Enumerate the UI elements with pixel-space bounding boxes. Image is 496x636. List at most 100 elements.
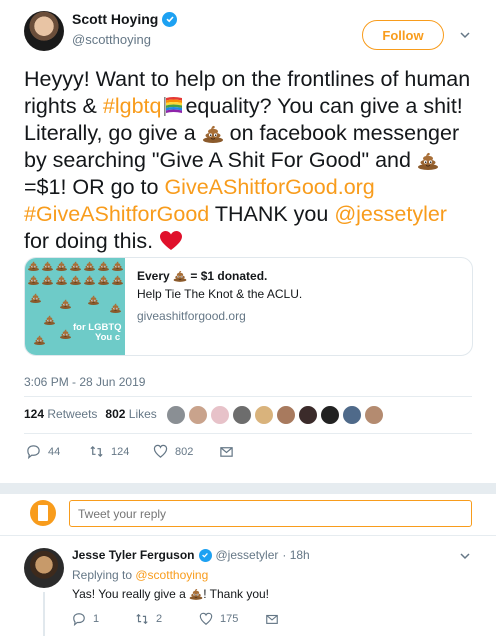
pile-of-poo-icon: [43, 314, 56, 325]
likers-avatars: [166, 405, 384, 425]
direct-message-button[interactable]: [219, 444, 234, 459]
pile-of-poo-icon: [27, 274, 40, 285]
pile-of-poo-icon: [55, 274, 68, 285]
retweet-count: 124: [111, 445, 130, 458]
replying-prefix: Replying to: [72, 568, 136, 582]
pile-of-poo-icon: [59, 328, 72, 339]
pile-of-poo-icon: [41, 260, 54, 271]
pile-of-poo-icon: [83, 260, 96, 271]
reply-count: 1: [93, 613, 100, 625]
likes-count: 802: [105, 407, 126, 421]
replying-to-link[interactable]: @scotthoying: [135, 568, 208, 582]
reply-button[interactable]: 1: [72, 612, 135, 626]
author-handle[interactable]: @scotthoying: [72, 32, 151, 47]
card-url: giveashitforgood.org: [137, 309, 246, 323]
envelope-icon: [220, 447, 233, 457]
retweet-icon: [136, 613, 148, 625]
card-title-text: Every: [137, 269, 174, 283]
tweet-timestamp[interactable]: 3:06 PM - 28 Jun 2019: [24, 375, 145, 389]
reply-input[interactable]: [69, 500, 472, 527]
red-heart-icon: [160, 231, 183, 250]
reply-author-avatar[interactable]: [24, 548, 64, 588]
chevron-down-icon[interactable]: [458, 28, 472, 42]
liker-avatar[interactable]: [342, 405, 362, 425]
pile-of-poo-icon: [417, 150, 439, 170]
hashtag-lgbtq-link[interactable]: #lgbtq: [103, 94, 162, 118]
author-avatar[interactable]: [24, 11, 64, 51]
tweet-text-part: THANK you: [209, 202, 335, 226]
card-description: Help Tie The Knot & the ACLU.: [137, 287, 303, 301]
card-image-text: You c: [95, 332, 121, 343]
chevron-down-icon[interactable]: [458, 549, 472, 563]
liker-avatar[interactable]: [276, 405, 296, 425]
liker-avatar[interactable]: [320, 405, 340, 425]
retweets-label: Retweets: [47, 407, 98, 421]
retweet-button[interactable]: 124: [89, 444, 153, 459]
pile-of-poo-icon: [29, 292, 42, 303]
like-count: 175: [220, 613, 239, 625]
card-title: Every = $1 donated.: [137, 268, 302, 284]
retweet-button[interactable]: 2: [135, 612, 199, 626]
engagement-stats: 124 Retweets 802 Likes: [24, 407, 157, 421]
author-name-row[interactable]: Scott Hoying: [72, 11, 178, 27]
reply-button[interactable]: 44: [26, 444, 89, 459]
pile-of-poo-icon: [69, 260, 82, 271]
reply-author-name[interactable]: Jesse Tyler Ferguson: [72, 548, 195, 562]
liker-avatar[interactable]: [298, 405, 318, 425]
link-preview-card[interactable]: for LGBTQ You c Every = $1 donated. Help…: [24, 257, 473, 356]
pile-of-poo-icon: [97, 274, 110, 285]
reply-text: Yas! You really give a ! Thank you!: [72, 587, 269, 601]
liker-avatar[interactable]: [364, 405, 384, 425]
current-user-avatar: [30, 500, 56, 526]
retweets-stat[interactable]: 124 Retweets: [24, 407, 97, 421]
reply-tweet: Jesse Tyler Ferguson @jessetyler · 18h R…: [0, 537, 496, 636]
pile-of-poo-icon: [33, 334, 46, 345]
pile-of-poo-icon: [27, 260, 40, 271]
tweet-text-part: =$1! OR go to: [24, 175, 165, 199]
like-count: 802: [175, 445, 194, 458]
pile-of-poo-icon: [69, 274, 82, 285]
pile-of-poo-icon: [41, 274, 54, 285]
reply-author-row[interactable]: Jesse Tyler Ferguson @jessetyler · 18h: [72, 548, 310, 562]
hashtag-giveashitforgood-link[interactable]: #GiveAShitforGood: [24, 202, 209, 226]
verified-badge-icon: [162, 11, 178, 27]
liker-avatar[interactable]: [166, 405, 186, 425]
pile-of-poo-icon: [111, 260, 124, 271]
pile-of-poo-icon: [83, 274, 96, 285]
reply-count: 44: [48, 445, 61, 458]
liker-avatar[interactable]: [210, 405, 230, 425]
tweet-actions: 44 124 802: [26, 444, 234, 459]
pile-of-poo-icon: [111, 274, 124, 285]
follow-button[interactable]: Follow: [362, 20, 444, 50]
replying-to: Replying to @scotthoying: [72, 568, 208, 582]
likes-stat[interactable]: 802 Likes: [105, 407, 156, 421]
retweets-count: 124: [24, 407, 45, 421]
divider: [24, 433, 472, 434]
like-button[interactable]: 175: [199, 612, 265, 626]
likes-label: Likes: [128, 407, 157, 421]
divider: [24, 396, 472, 397]
reply-icon: [27, 445, 40, 459]
like-button[interactable]: 802: [153, 444, 219, 459]
pile-of-poo-icon: [97, 260, 110, 271]
card-body: Every = $1 donated. Help Tie The Knot & …: [125, 258, 314, 355]
giveashitforgood-link[interactable]: GiveAShitforGood.org: [164, 175, 374, 199]
pile-of-poo-icon: [109, 302, 122, 313]
section-separator: [0, 483, 496, 494]
liker-avatar[interactable]: [232, 405, 252, 425]
reply-icon: [73, 613, 85, 626]
liker-avatar[interactable]: [254, 405, 274, 425]
current-user-avatar-glyph: [38, 505, 48, 521]
envelope-icon: [266, 614, 278, 624]
reply-author-handle[interactable]: @jessetyler: [216, 548, 279, 562]
card-title-text: = $1 donated.: [187, 269, 268, 283]
direct-message-button[interactable]: [265, 612, 279, 626]
card-image-caption: for LGBTQ You c: [73, 323, 122, 343]
rainbow-flag-icon: [164, 97, 183, 116]
reply-time[interactable]: · 18h: [282, 548, 309, 562]
retweet-icon: [90, 445, 103, 458]
author-name[interactable]: Scott Hoying: [72, 11, 158, 27]
liker-avatar[interactable]: [188, 405, 208, 425]
mention-jessetyler-link[interactable]: @jessetyler: [334, 202, 447, 226]
card-image: for LGBTQ You c: [25, 258, 125, 355]
